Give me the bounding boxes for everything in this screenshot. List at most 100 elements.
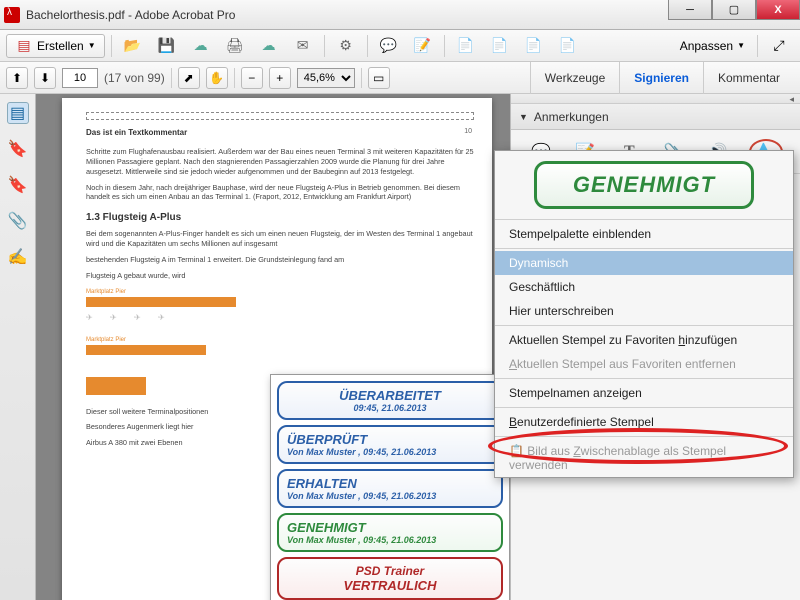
hand-tool-button[interactable]: ✋: [206, 67, 228, 89]
rail-thumbnails[interactable]: ▤: [7, 102, 29, 124]
rail-attachments[interactable]: 📎: [7, 210, 29, 232]
tool-c-icon: 📄: [525, 37, 543, 55]
menu-add-favorite[interactable]: Aktuellen Stempel zu Favoriten hinzufüge…: [495, 328, 793, 352]
stamp-detail: Von Max Muster , 09:45, 21.06.2013: [287, 491, 493, 501]
text-comment: Das ist ein Textkommentar: [86, 128, 474, 137]
select-tool-button[interactable]: ⬈: [178, 67, 200, 89]
prev-page-button[interactable]: ⬆: [6, 67, 28, 89]
folder-icon: 📂: [124, 37, 142, 55]
rail-bookmarks[interactable]: 🔖: [7, 138, 29, 160]
stamp-title2: VERTRAULICH: [287, 578, 493, 593]
menu-sign-here[interactable]: Hier unterschreiben: [495, 299, 793, 323]
body-text: bestehenden Flugsteig A im Terminal 1 er…: [86, 255, 474, 265]
open-button[interactable]: 📂: [118, 34, 148, 58]
stamp-ueberprueft[interactable]: ÜBERPRÜFT Von Max Muster , 09:45, 21.06.…: [277, 425, 503, 464]
menu-dynamic[interactable]: Dynamisch: [495, 251, 793, 275]
body-text: Noch in diesem Jahr, nach dreijähriger B…: [86, 183, 474, 203]
customize-label: Anpassen: [680, 39, 733, 53]
menu-custom-stamps[interactable]: Benutzerdefinierte Stempel: [495, 410, 793, 434]
stamp-menu: GENEHMIGT Stempelpalette einblenden Dyna…: [494, 150, 794, 478]
next-page-button[interactable]: ⬇: [34, 67, 56, 89]
highlight-icon: 📝: [414, 37, 432, 55]
tool-d-button[interactable]: 📄: [553, 34, 583, 58]
stamp-ueberarbeitet[interactable]: ÜBERARBEITET 09:45, 21.06.2013: [277, 381, 503, 420]
zoom-in-button[interactable]: +: [269, 67, 291, 89]
pdf-icon: ▤: [15, 37, 33, 55]
menu-show-names[interactable]: Stempelnamen anzeigen: [495, 381, 793, 405]
dropdown-icon: ▼: [737, 41, 745, 50]
panel-title: Anmerkungen: [534, 110, 609, 124]
stamp-preview-big[interactable]: GENEHMIGT: [534, 161, 754, 209]
save-button[interactable]: 💾: [152, 34, 182, 58]
mail-button[interactable]: ✉: [288, 34, 318, 58]
view-tool-button[interactable]: ▭: [368, 67, 390, 89]
stamp-vertraulich[interactable]: PSD Trainer VERTRAULICH: [277, 557, 503, 600]
tab-sign[interactable]: Signieren: [619, 62, 703, 94]
create-button[interactable]: ▤ Erstellen ▼: [6, 34, 105, 58]
tool-c-button[interactable]: 📄: [519, 34, 549, 58]
right-tabs: Werkzeuge Signieren Kommentar: [530, 62, 794, 94]
stamp-preview-list: ÜBERARBEITET 09:45, 21.06.2013 ÜBERPRÜFT…: [270, 374, 510, 600]
diagram-bar: [86, 297, 236, 307]
stamp-title: GENEHMIGT: [287, 520, 493, 535]
menu-clipboard-stamp: 📋 Bild aus Zwischenablage als Stempel ve…: [495, 439, 793, 477]
stamp-genehmigt[interactable]: GENEHMIGT Von Max Muster , 09:45, 21.06.…: [277, 513, 503, 552]
menu-show-palette[interactable]: Stempelpalette einblenden: [495, 222, 793, 246]
tab-tools[interactable]: Werkzeuge: [530, 62, 619, 94]
toolbar-nav: ⬆ ⬇ (17 von 99) ⬈ ✋ − + 45,6% ▭ Werkzeug…: [0, 62, 800, 94]
highlight-button[interactable]: 📝: [408, 34, 438, 58]
window-controls: ─ ▢ X: [668, 0, 800, 20]
create-label: Erstellen: [37, 39, 84, 53]
stamp-detail: Von Max Muster , 09:45, 21.06.2013: [287, 447, 493, 457]
cloud-down-button[interactable]: ☁: [254, 34, 284, 58]
settings-button[interactable]: ⚙: [331, 34, 361, 58]
toolbar-main: ▤ Erstellen ▼ 📂 💾 ☁ 🖨 ☁ ✉ ⚙ 💬 📝 📄 📄 📄 📄 …: [0, 30, 800, 62]
tool-b-button[interactable]: 📄: [485, 34, 515, 58]
page-count: (17 von 99): [104, 71, 165, 85]
panel-collapse[interactable]: ◂: [511, 94, 800, 104]
diagram-label: Marktplatz Pier: [86, 289, 474, 295]
minimize-button[interactable]: ─: [668, 0, 712, 20]
left-rail: ▤ 🔖 🔖 📎 ✍: [0, 94, 36, 600]
diagram-bar: [86, 345, 206, 355]
comment-bubble-button[interactable]: 💬: [374, 34, 404, 58]
tool-a-button[interactable]: 📄: [451, 34, 481, 58]
stamp-big-label: GENEHMIGT: [573, 172, 715, 197]
stamp-title: ÜBERPRÜFT: [287, 432, 493, 447]
page-number: 10: [464, 128, 472, 135]
close-button[interactable]: X: [756, 0, 800, 20]
diagram-bar: [86, 377, 146, 395]
titlebar: Bachelorthesis.pdf - Adobe Acrobat Pro ─…: [0, 0, 800, 30]
rail-signatures[interactable]: ✍: [7, 246, 29, 268]
dashed-frame: [86, 112, 474, 120]
stamp-erhalten[interactable]: ERHALTEN Von Max Muster , 09:45, 21.06.2…: [277, 469, 503, 508]
app-icon: [4, 7, 20, 23]
print-button[interactable]: 🖨: [220, 34, 250, 58]
print-icon: 🖨: [226, 37, 244, 55]
cloud-up-icon: ☁: [192, 37, 210, 55]
stamp-title: ÜBERARBEITET: [287, 388, 493, 403]
diagram-label: Marktplatz Pier: [86, 337, 474, 343]
body-text: Bei dem sogenannten A-Plus-Finger handel…: [86, 229, 474, 249]
tool-a-icon: 📄: [457, 37, 475, 55]
cloud-up-button[interactable]: ☁: [186, 34, 216, 58]
rail-bookmark2[interactable]: 🔖: [7, 174, 29, 196]
zoom-out-button[interactable]: −: [241, 67, 263, 89]
expand-icon: ⤢: [770, 37, 788, 55]
gear-icon: ⚙: [337, 37, 355, 55]
document-area[interactable]: Das ist ein Textkommentar 10 Schritte zu…: [36, 94, 510, 600]
panel-header[interactable]: ▼ Anmerkungen: [511, 104, 800, 130]
page-input[interactable]: [62, 68, 98, 88]
menu-remove-favorite: Aktuellen Stempel aus Favoriten entferne…: [495, 352, 793, 376]
zoom-select[interactable]: 45,6%: [297, 68, 355, 88]
window-title: Bachelorthesis.pdf - Adobe Acrobat Pro: [26, 8, 235, 22]
menu-business[interactable]: Geschäftlich: [495, 275, 793, 299]
tab-comment[interactable]: Kommentar: [703, 62, 794, 94]
stamp-detail: 09:45, 21.06.2013: [287, 403, 493, 413]
save-icon: 💾: [158, 37, 176, 55]
body-text: Flugsteig A gebaut wurde, wird: [86, 271, 474, 281]
customize-button[interactable]: Anpassen ▼: [674, 34, 751, 58]
expand-button[interactable]: ⤢: [764, 34, 794, 58]
maximize-button[interactable]: ▢: [712, 0, 756, 20]
bubble-icon: 💬: [380, 37, 398, 55]
